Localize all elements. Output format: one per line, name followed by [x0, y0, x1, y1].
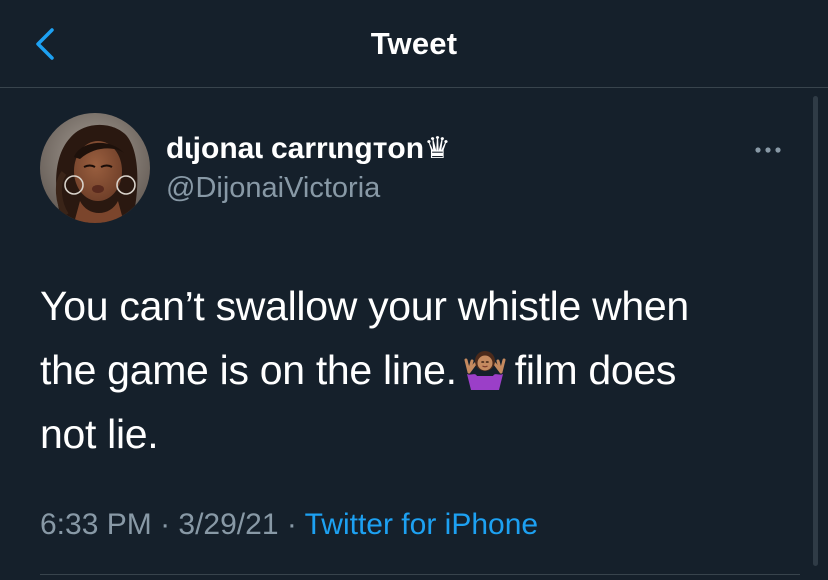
person-shrugging-emoji: [463, 344, 507, 390]
tweet-meta: 6:33 PM · 3/29/21 · Twitter for iPhone: [40, 508, 538, 542]
ellipsis-icon: [755, 147, 781, 153]
scrollbar[interactable]: [813, 96, 818, 566]
avatar[interactable]: [40, 113, 150, 223]
more-options-button[interactable]: [750, 140, 790, 160]
tweet-line: not lie.: [40, 411, 159, 457]
meta-separator: ·: [278, 508, 305, 541]
tweet-time: 6:33 PM: [40, 508, 152, 541]
display-name[interactable]: dɩjonaɩ carrɩngтon♛: [166, 131, 451, 166]
tweet-source-link[interactable]: Twitter for iPhone: [305, 508, 538, 541]
page-title: Tweet: [370, 26, 458, 61]
tweet-text: You can’t swallow your whistle when the …: [40, 274, 800, 466]
tweet-date: 3/29/21: [178, 508, 279, 541]
tweet-line: the game is on the line. film does: [40, 338, 800, 402]
tweet-line-segment: film does: [514, 347, 677, 393]
meta-separator: ·: [151, 508, 179, 541]
divider: [40, 574, 800, 575]
tweet-line: You can’t swallow your whistle when: [40, 283, 689, 329]
tweet-line-segment: the game is on the line.: [40, 347, 457, 393]
user-handle[interactable]: @DijonaiVictoria: [166, 172, 380, 205]
profile-photo: [40, 113, 150, 223]
top-bar: Tweet: [0, 0, 828, 88]
